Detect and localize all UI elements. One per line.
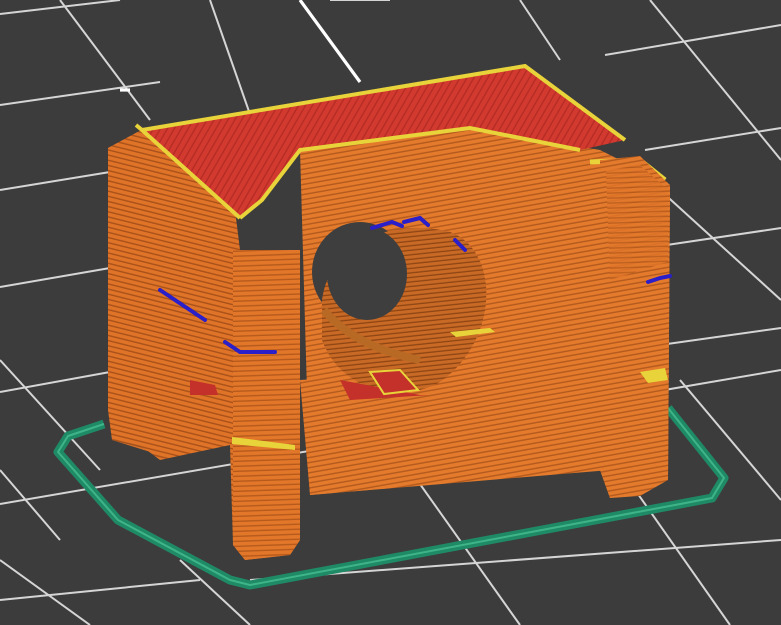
bed-grid-major (120, 0, 362, 92)
3d-print-preview-viewport[interactable] (0, 0, 781, 625)
sliced-part (108, 63, 672, 560)
preview-canvas[interactable] (0, 0, 781, 625)
